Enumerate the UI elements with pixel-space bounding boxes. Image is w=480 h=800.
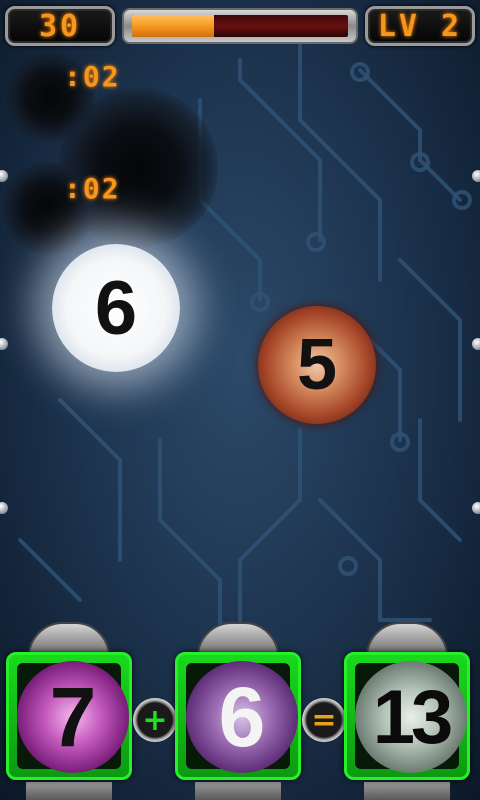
spawn-timer-label: :02 — [64, 172, 121, 205]
score-display: 30 — [5, 6, 115, 46]
side-rail-knob — [472, 170, 480, 182]
time-bar-fill — [132, 15, 215, 37]
number-orb-red[interactable]: 5 — [258, 306, 376, 424]
side-rail-knob — [472, 502, 480, 514]
pod-frame: 7 — [6, 652, 132, 780]
number-orb-white[interactable]: 6 — [52, 244, 180, 372]
result-pod: 13 — [340, 622, 474, 800]
time-bar-track — [132, 15, 348, 37]
side-rail-knob — [472, 338, 480, 350]
pod-frame: 13 — [344, 652, 470, 780]
right-operand-pod[interactable]: 6 — [171, 622, 305, 800]
time-bar — [122, 8, 358, 44]
right-operand-orb: 6 — [186, 661, 298, 773]
pod-frame: 6 — [175, 652, 301, 780]
left-operand-orb: 7 — [17, 661, 129, 773]
pod-base — [364, 782, 450, 800]
pod-base — [195, 782, 281, 800]
result-orb: 13 — [355, 661, 467, 773]
left-operand-pod[interactable]: 7 — [2, 622, 136, 800]
pod-base — [26, 782, 112, 800]
level-display: LV 2 — [365, 6, 475, 46]
spawn-timer-label: :02 — [64, 60, 121, 93]
